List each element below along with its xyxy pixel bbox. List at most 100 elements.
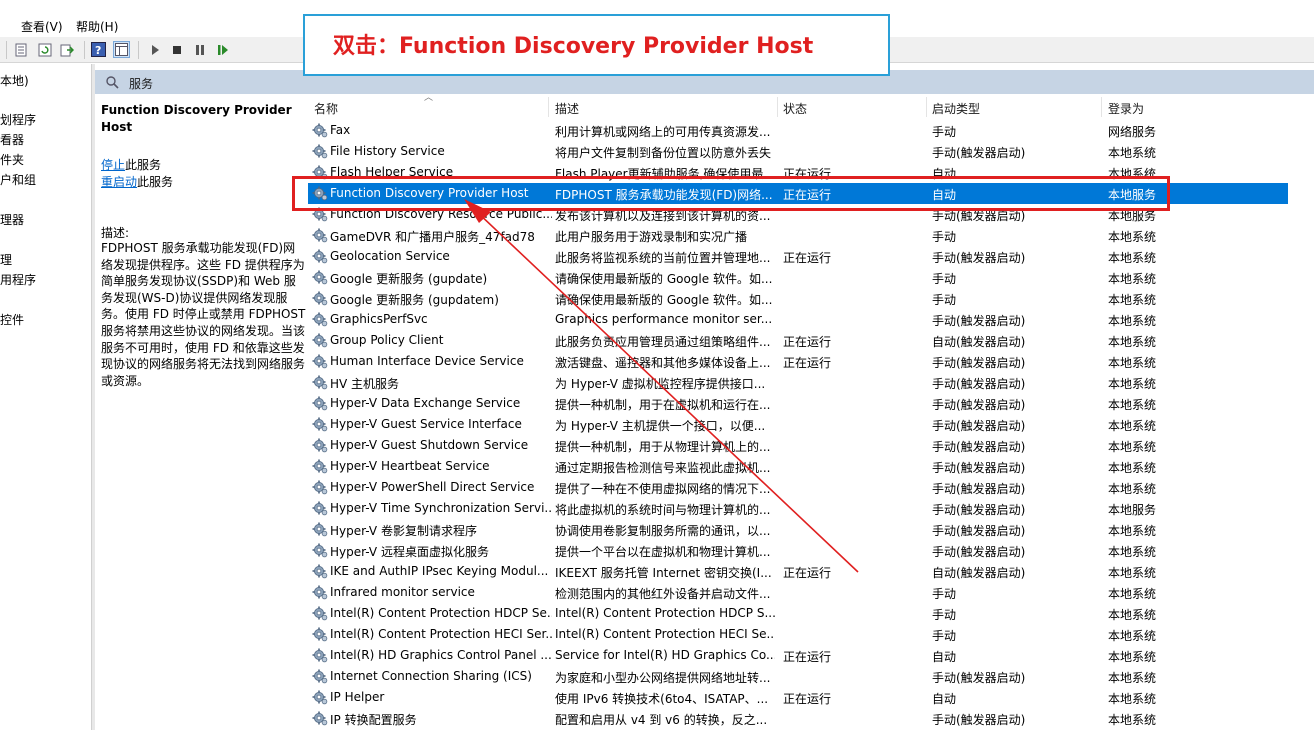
export-list-icon[interactable] (58, 41, 75, 58)
service-row[interactable]: Google 更新服务 (gupdatem) 请确保使用最新版的 Google 软… (308, 288, 1288, 309)
service-description-cell: 为 Hyper-V 虚拟机监控程序提供接口... (555, 377, 766, 391)
service-row[interactable]: Intel(R) Content Protection HECI Ser... I… (308, 624, 1288, 645)
service-gear-icon (312, 479, 328, 495)
service-gear-icon (312, 626, 328, 642)
service-logon-cell: 本地系统 (1108, 419, 1157, 433)
stop-service-icon[interactable] (168, 41, 185, 58)
service-row[interactable]: Intel(R) HD Graphics Control Panel ... Se… (308, 645, 1288, 666)
service-logon-cell: 本地系统 (1108, 692, 1157, 706)
column-header-status[interactable]: 状态 (783, 100, 807, 117)
start-service-icon[interactable] (146, 41, 163, 58)
service-name-cell: Hyper-V Time Synchronization Servi... (330, 501, 552, 515)
service-logon-cell: 本地系统 (1108, 587, 1157, 601)
menu-help[interactable]: 帮助(H) (76, 18, 118, 35)
service-name-cell: GameDVR 和广播用户服务_47fad78 (330, 230, 535, 244)
description-label: 描述: (101, 226, 130, 240)
service-startup-cell: 自动 (932, 692, 957, 706)
restart-service-link[interactable]: 重启动 (101, 175, 137, 189)
service-description-cell: 此服务负责应用管理员通过组策略组件... (555, 335, 771, 349)
refresh-icon[interactable] (36, 41, 53, 58)
service-row[interactable]: Hyper-V Heartbeat Service 通过定期报告检测信号来监视此虚… (308, 456, 1288, 477)
tree-item[interactable]: 本地) (0, 72, 29, 89)
service-row[interactable]: Human Interface Device Service 激活键盘、遥控器和其… (308, 351, 1288, 372)
service-startup-cell: 手动(触发器启动) (932, 713, 1026, 727)
service-gear-icon (312, 647, 328, 663)
column-header-desc[interactable]: 描述 (555, 100, 579, 117)
service-row[interactable]: IP 转换配置服务 配置和启用从 v4 到 v6 的转换，反之... 手动(触发器启… (308, 708, 1288, 729)
stop-action: 停止此服务 (101, 156, 161, 173)
service-row[interactable]: IKE and AuthIP IPsec Keying Modul... IKEE… (308, 561, 1288, 582)
service-row[interactable]: Hyper-V 远程桌面虚拟化服务 提供一个平台以在虚拟机和物理计算机... 手动(… (308, 540, 1288, 561)
tree-item[interactable]: 用程序 (0, 271, 36, 288)
service-row[interactable]: Internet Connection Sharing (ICS) 为家庭和小型办… (308, 666, 1288, 687)
service-row[interactable]: IP Helper 使用 IPv6 转换技术(6to4、ISATAP、... 正在运… (308, 687, 1288, 708)
service-name-cell: HV 主机服务 (330, 377, 400, 391)
instruction-callout: 双击：Function Discovery Provider Host (303, 14, 890, 76)
restart-action: 重启动此服务 (101, 173, 173, 190)
service-gear-icon (312, 143, 328, 159)
service-row[interactable]: Hyper-V PowerShell Direct Service 提供了一种在不… (308, 477, 1288, 498)
tree-item[interactable]: 划程序 (0, 111, 36, 128)
menu-view[interactable]: 查看(V) (21, 18, 63, 35)
service-logon-cell: 本地系统 (1108, 230, 1157, 244)
service-row[interactable]: Hyper-V Guest Service Interface 为 Hyper-V… (308, 414, 1288, 435)
service-gear-icon (312, 290, 328, 306)
service-row[interactable]: GraphicsPerfSvc Graphics performance moni… (308, 309, 1288, 330)
column-divider[interactable] (926, 97, 927, 117)
tree-item[interactable]: 控件 (0, 311, 24, 328)
service-row[interactable]: Geolocation Service 此服务将监视系统的当前位置并管理地... 正… (308, 246, 1288, 267)
tree-item[interactable]: 看器 (0, 131, 24, 148)
service-row[interactable]: Google 更新服务 (gupdate) 请确保使用最新版的 Google 软件… (308, 267, 1288, 288)
tree-item[interactable]: 理器 (0, 211, 24, 228)
restart-service-icon[interactable] (214, 41, 231, 58)
service-row[interactable]: Fax 利用计算机或网络上的可用传真资源发... 手动 网络服务 (308, 120, 1288, 141)
service-description-cell: 协调使用卷影复制服务所需的通讯，以... (555, 524, 771, 538)
service-row[interactable]: Hyper-V Data Exchange Service 提供一种机制，用于在虚… (308, 393, 1288, 414)
service-gear-icon (312, 353, 328, 369)
service-startup-cell: 自动(触发器启动) (932, 335, 1026, 349)
service-name-cell: Internet Connection Sharing (ICS) (330, 669, 532, 683)
service-logon-cell: 本地系统 (1108, 251, 1157, 265)
column-header-name[interactable]: 名称 (314, 100, 338, 117)
service-description-cell: 将此虚拟机的系统时间与物理计算机的... (555, 503, 771, 517)
service-gear-icon (312, 332, 328, 348)
service-logon-cell: 本地系统 (1108, 608, 1157, 622)
tree-item[interactable]: 理 (0, 251, 12, 268)
help-icon[interactable]: ? (90, 41, 107, 58)
service-description-cell: 提供一个平台以在虚拟机和物理计算机... (555, 545, 771, 559)
column-divider[interactable] (1101, 97, 1102, 117)
service-startup-cell: 手动 (932, 608, 957, 622)
tree-item[interactable]: 件夹 (0, 151, 24, 168)
column-header-logon[interactable]: 登录为 (1108, 100, 1144, 117)
service-row[interactable]: Group Policy Client 此服务负责应用管理员通过组策略组件... 正… (308, 330, 1288, 351)
properties-icon[interactable] (12, 41, 29, 58)
show-hide-pane-icon[interactable] (113, 41, 130, 58)
pause-service-icon[interactable] (191, 41, 208, 58)
service-gear-icon (312, 311, 328, 327)
service-logon-cell: 本地系统 (1108, 377, 1157, 391)
service-name-cell: IKE and AuthIP IPsec Keying Modul... (330, 564, 549, 578)
service-description-cell: 提供一种机制，用于在虚拟机和运行在... (555, 398, 771, 412)
tree-item[interactable]: 户和组 (0, 171, 36, 188)
service-row[interactable]: GameDVR 和广播用户服务_47fad78 此用户服务用于游戏录制和实况广播 手… (308, 225, 1288, 246)
service-row[interactable]: HV 主机服务 为 Hyper-V 虚拟机监控程序提供接口... 手动(触发器启动)… (308, 372, 1288, 393)
service-row[interactable]: Hyper-V Time Synchronization Servi... 将此虚… (308, 498, 1288, 519)
description-text: FDPHOST 服务承载功能发现(FD)网络发现提供程序。这些 FD 提供程序为… (101, 241, 306, 388)
service-row[interactable]: Hyper-V Guest Shutdown Service 提供一种机制，用于从… (308, 435, 1288, 456)
service-description-cell: 为 Hyper-V 主机提供一个接口，以便... (555, 419, 766, 433)
service-logon-cell: 本地系统 (1108, 524, 1157, 538)
service-logon-cell: 本地系统 (1108, 314, 1157, 328)
service-name-cell: Hyper-V Data Exchange Service (330, 396, 521, 410)
service-description-cell: Graphics performance monitor ser... (555, 312, 773, 326)
service-row[interactable]: File History Service 将用户文件复制到备份位置以防意外丢失 手动… (308, 141, 1288, 162)
service-gear-icon (312, 668, 328, 684)
column-divider[interactable] (777, 97, 778, 117)
service-row[interactable]: Hyper-V 卷影复制请求程序 协调使用卷影复制服务所需的通讯，以... 手动(触… (308, 519, 1288, 540)
service-logon-cell: 网络服务 (1108, 125, 1157, 139)
service-row[interactable]: Intel(R) Content Protection HDCP Se... In… (308, 603, 1288, 624)
service-logon-cell: 本地系统 (1108, 356, 1157, 370)
stop-service-link[interactable]: 停止 (101, 158, 125, 172)
column-divider[interactable] (548, 97, 549, 117)
column-header-startup[interactable]: 启动类型 (932, 100, 980, 117)
service-row[interactable]: Infrared monitor service 检测范围内的其他红外设备并启动文… (308, 582, 1288, 603)
